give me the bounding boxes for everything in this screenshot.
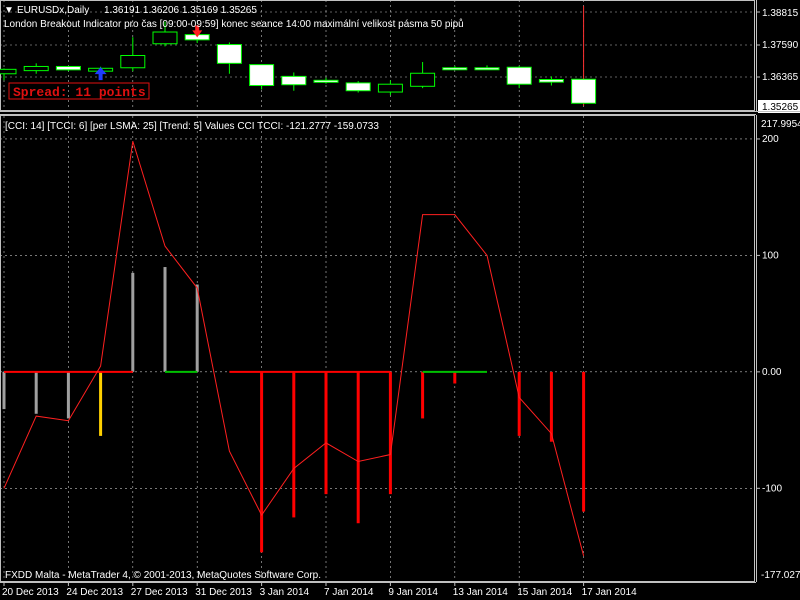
time-label: 27 Dec 2013 [131,587,188,598]
cci-bar [131,272,135,372]
spread-label: Spread: 11 points [13,85,146,100]
price-label-1: 1.38815 [762,8,799,19]
footer-copyright: FXDD Malta - MetaTrader 4, © 2001-2013, … [5,570,321,581]
cci-bar [421,371,425,419]
cci-bar [453,371,457,384]
candle-body [23,65,49,72]
sub-scale-min: -177.027 [761,570,800,581]
candle-body [474,67,500,71]
chart-canvas[interactable]: ▼ EURUSDx,Daily 1.36191 1.36206 1.35169 … [0,0,800,600]
candle-body [152,31,178,45]
candle-body [249,64,275,87]
candle-body [120,55,146,69]
cci-bar [549,371,553,442]
candle-body [55,65,81,71]
level-label: 100 [762,250,779,261]
symbol-label: EURUSDx,Daily [17,5,89,16]
cci-bar [292,371,296,518]
candle-body [0,68,17,75]
price-label-3: 1.36365 [762,72,799,83]
cci-bar [2,371,6,410]
time-label: 9 Jan 2014 [388,587,438,598]
cci-bar [66,371,70,419]
candle-body [216,44,242,64]
sub-scale-max: 217.9954 [761,119,800,130]
indicator-description: London Breakout Indicator pro čas [09:00… [4,18,464,30]
level-label: -100 [762,483,782,494]
time-label: 3 Jan 2014 [260,587,310,598]
candle-body [345,82,371,92]
title-arrow-icon[interactable]: ▼ [4,5,14,16]
candle-body [571,78,597,104]
candle-body [377,83,403,93]
cci-bar [260,371,264,553]
time-label: 24 Dec 2013 [66,587,123,598]
candle-body [410,72,436,87]
level-label: 0.00 [762,367,782,378]
level-label: 200 [762,134,779,145]
cci-bar [356,371,360,524]
cci-bar [582,371,586,512]
candle-body [313,79,339,83]
cci-bar [517,371,521,436]
cci-bar [99,371,103,436]
time-label: 13 Jan 2014 [453,587,508,598]
candle-body [442,67,468,71]
time-label: 31 Dec 2013 [195,587,252,598]
candle-body [506,66,532,85]
cci-bar [34,371,38,414]
cci-bar [195,284,199,372]
cci-bar [388,371,392,495]
time-label: 20 Dec 2013 [2,587,59,598]
time-label: 17 Jan 2014 [582,587,637,598]
ohlc-values: 1.36191 1.36206 1.35169 1.35265 [104,5,257,16]
candle-body [538,79,564,83]
candle-body [281,75,307,86]
cci-bar [324,371,328,495]
time-label: 15 Jan 2014 [517,587,572,598]
price-label-2: 1.37590 [762,40,799,51]
time-label: 7 Jan 2014 [324,587,374,598]
subwindow-header: [CCI: 14] [TCCI: 6] [per LSMA: 25] [Tren… [5,121,379,132]
cci-bar [163,267,167,372]
